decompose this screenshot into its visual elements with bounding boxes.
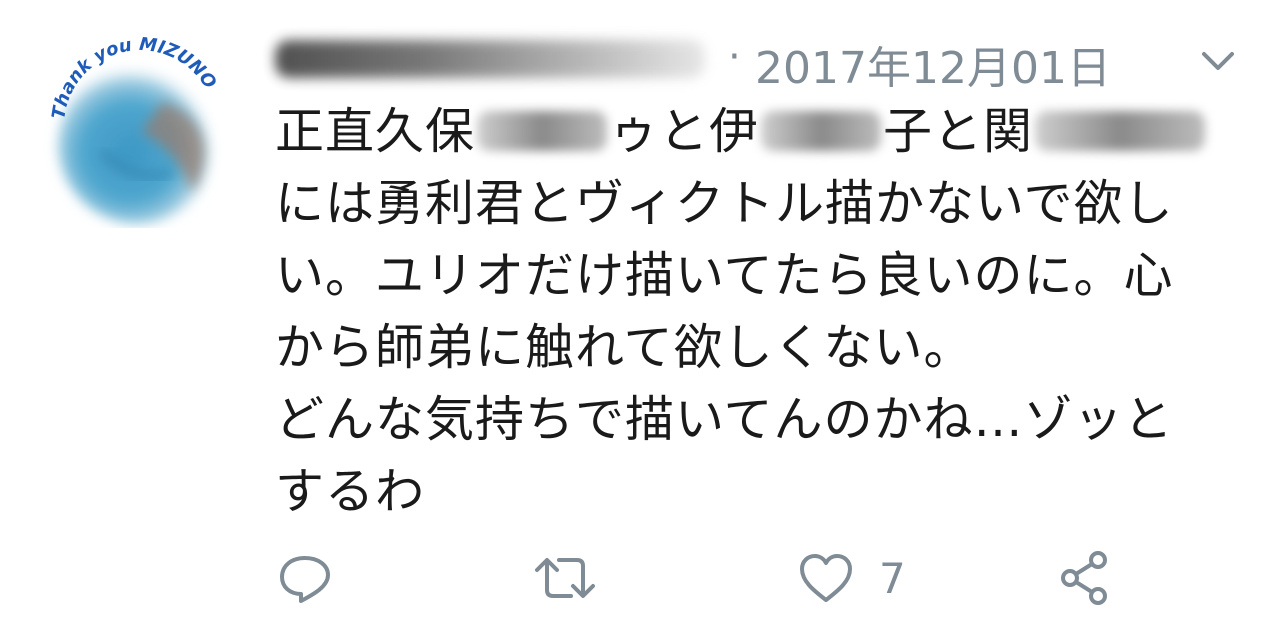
redacted-text — [1035, 110, 1206, 151]
retweet-button[interactable] — [533, 548, 597, 608]
tweet-text-segment: ゥと伊 — [609, 103, 760, 160]
share-button[interactable] — [1058, 548, 1114, 608]
heart-icon — [800, 554, 852, 602]
tweet-line-3: い。ユリオだけ描いてたら良いのに。心 — [275, 247, 1174, 304]
chevron-down-icon[interactable] — [1198, 46, 1238, 76]
tweet-line-1: 正直久保 ゥと伊 子と関 — [275, 96, 1255, 168]
tweet-line-2: には勇利君とヴィクトル描かないで欲し — [275, 175, 1174, 232]
header-separator: · — [728, 34, 741, 80]
tweet-header: · 2017年12月01日 — [273, 28, 1253, 94]
retweet-icon — [535, 558, 595, 598]
author-name-redacted[interactable] — [275, 40, 705, 78]
like-button[interactable]: 7 — [797, 548, 906, 608]
reply-icon — [280, 556, 330, 603]
reply-button[interactable] — [277, 548, 333, 608]
tweet-line-4: から師弟に触れて欲しくない。 — [275, 319, 974, 376]
tweet-text-segment: 子と関 — [883, 103, 1034, 160]
tweet-line-6: するわ — [275, 463, 426, 520]
avatar-image: Thank you MIZUNO — [48, 34, 220, 224]
like-count: 7 — [879, 553, 906, 603]
tweet-date[interactable]: 2017年12月01日 — [755, 32, 1111, 96]
tweet-text-segment: 正直久保 — [275, 103, 476, 160]
share-icon — [1061, 551, 1107, 605]
avatar[interactable]: Thank you MIZUNO — [42, 32, 238, 228]
redacted-text — [477, 110, 608, 151]
redacted-text — [761, 110, 882, 151]
tweet: Thank you MIZUNO · 2017年12月01日 正直久保 ゥと伊 子と… — [0, 0, 1280, 642]
tweet-line-5: どんな気持ちで描いてんのかね…ゾッと — [275, 391, 1174, 448]
tweet-actions: 7 — [275, 548, 1235, 608]
tweet-text: 正直久保 ゥと伊 子と関 には勇利君とヴィクトル描かないで欲し い。ユリオだけ描いて… — [275, 96, 1255, 528]
